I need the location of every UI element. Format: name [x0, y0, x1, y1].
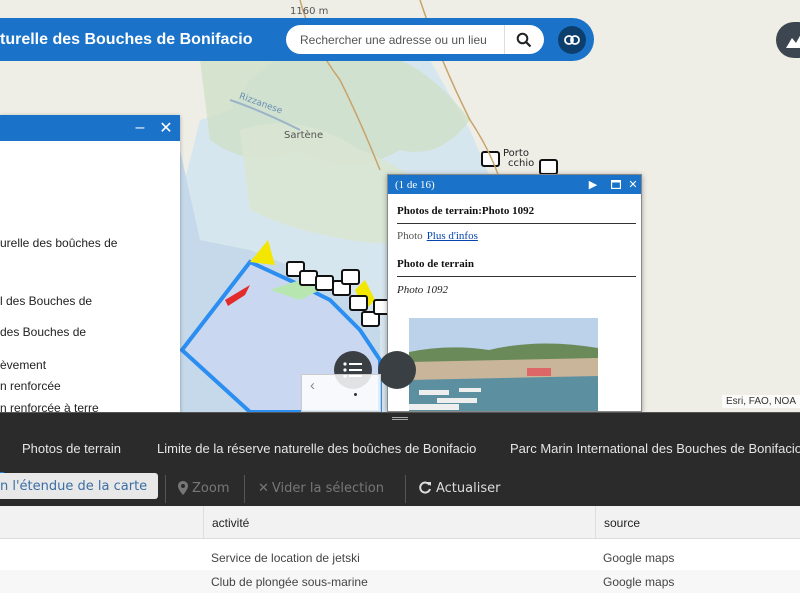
close-icon[interactable]: ✕	[156, 115, 176, 141]
table-toolbar: n l'étendue de la carte Zoom ✕ Vider la …	[0, 473, 800, 507]
search-icon[interactable]	[505, 25, 543, 54]
table-header: activité source	[0, 506, 800, 539]
app-title: turelle des Bouches de Bonifacio	[0, 30, 253, 48]
pager-widget: ‹	[301, 374, 381, 412]
chevron-left-icon[interactable]: ‹	[310, 377, 315, 394]
filter-by-extent-button[interactable]: n l'étendue de la carte	[0, 473, 158, 499]
map-label-sartene: Sartène	[284, 130, 324, 141]
cell-activite: Club de plongée sous-marine	[211, 574, 368, 589]
map-attribution: Esri, FAO, NOA	[721, 395, 800, 408]
refresh-button[interactable]: Actualiser	[418, 475, 500, 501]
toolbar-separator	[244, 475, 245, 503]
popup-photo-label: Photo	[397, 230, 423, 242]
app-header: turelle des Bouches de Bonifacio	[0, 18, 594, 61]
legend-item[interactable]: n renforcée	[0, 379, 61, 393]
table-tabs: Photos de terrain Limite de la réserve n…	[0, 423, 800, 475]
clear-selection-button[interactable]: ✕ Vider la sélection	[258, 475, 384, 501]
elevation-profile-button[interactable]	[776, 22, 800, 58]
cell-source: Google maps	[603, 550, 675, 565]
resize-handle[interactable]	[0, 412, 800, 423]
legend-panel-titlebar: – ✕	[0, 115, 180, 141]
toolbar-separator	[405, 475, 406, 503]
search-input[interactable]	[286, 32, 504, 47]
popup-counter: (1 de 16)	[395, 178, 435, 191]
tab-parc-marin[interactable]: Parc Marin International des Bouches de …	[510, 441, 800, 456]
feature-popup: (1 de 16) ▶ ✕ Photos de terrain:Photo 10…	[387, 174, 642, 412]
popup-photo-row: Photo Plus d'infos	[388, 224, 641, 248]
tab-photos[interactable]: Photos de terrain	[22, 441, 121, 456]
legend-item[interactable]: des Bouches de	[0, 325, 86, 339]
search-box	[286, 25, 544, 54]
cell-activite: Service de location de jetski	[211, 550, 360, 565]
attribute-table: activité source Service de location de j…	[0, 506, 800, 600]
minimize-icon[interactable]: –	[130, 115, 150, 141]
table-row[interactable]: Service de location de jetski Google map…	[0, 546, 800, 569]
clear-selection-label: Vider la sélection	[271, 480, 384, 496]
map-tool-button[interactable]	[378, 351, 416, 389]
refresh-label: Actualiser	[436, 480, 501, 496]
close-icon[interactable]: ✕	[625, 175, 641, 194]
zoom-button[interactable]: Zoom	[178, 475, 229, 501]
map-label-elevation: 1160 m	[290, 6, 329, 17]
next-icon[interactable]: ▶	[585, 175, 601, 194]
pager-dot	[354, 393, 357, 396]
zoom-label: Zoom	[192, 480, 230, 496]
popup-photo[interactable]	[409, 318, 598, 411]
column-header-activite[interactable]: activité	[203, 506, 595, 539]
popup-field-value: Photo 1092	[397, 284, 449, 296]
toolbar-separator	[165, 475, 166, 503]
cell-source: Google maps	[603, 574, 675, 589]
popup-titlebar: (1 de 16) ▶ ✕	[388, 175, 641, 194]
legend-item[interactable]: urelle des boûches de	[0, 236, 117, 250]
map-view[interactable]: 1160 m Sartène Rizzanese Porto cchio tur…	[0, 0, 800, 412]
link-icon[interactable]	[558, 26, 586, 54]
legend-item[interactable]: l des Bouches de	[0, 294, 92, 308]
legend-item[interactable]: èvement	[0, 358, 46, 372]
map-label-vecchio: cchio	[508, 158, 535, 169]
more-info-link[interactable]: Plus d'infos	[427, 230, 478, 242]
legend-panel: – ✕ urelle des boûches de l des Bouches …	[0, 115, 180, 412]
column-header-source[interactable]: source	[595, 506, 800, 539]
popup-field-title: Photo de terrain	[397, 248, 636, 277]
table-row[interactable]: Club de plongée sous-marine Google maps	[0, 570, 800, 593]
maximize-icon[interactable]	[608, 175, 624, 194]
popup-section-title: Photos de terrain:Photo 1092	[397, 194, 636, 224]
close-icon: ✕	[258, 480, 269, 496]
tab-limite-reserve[interactable]: Limite de la réserve naturelle des boûch…	[157, 441, 476, 456]
legend-item[interactable]: n renforcée à terre	[0, 401, 99, 412]
